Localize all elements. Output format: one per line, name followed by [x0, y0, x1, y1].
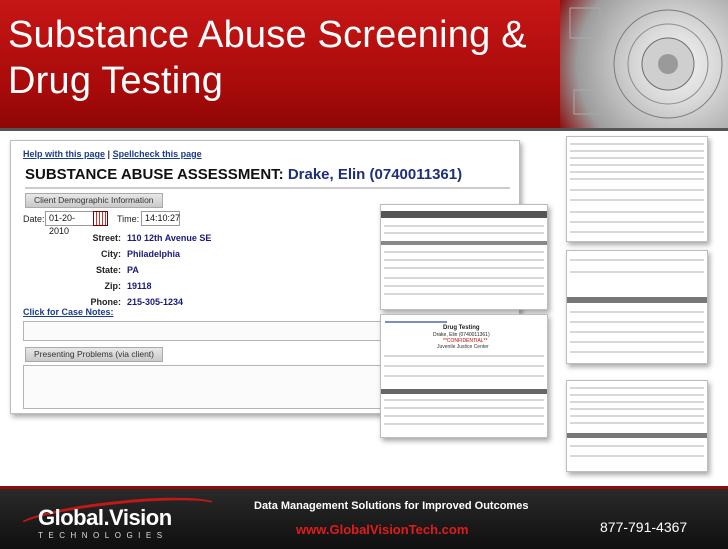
grid-subheader	[567, 297, 707, 303]
drug-testing-title: Drug Testing	[443, 325, 480, 331]
grid-row	[570, 189, 704, 191]
time-field[interactable]: 14:10:27	[141, 211, 180, 226]
help-link[interactable]: Help with this page	[23, 149, 105, 159]
grid-subheader	[381, 241, 547, 245]
form-fields-screenshot	[566, 136, 708, 242]
grid-row	[570, 178, 704, 180]
company-url[interactable]: www.GlobalVisionTech.com	[296, 522, 468, 537]
drug-testing-center: Juvenile Justice Center	[437, 344, 489, 350]
state-label: State:	[95, 265, 121, 275]
grid-row	[384, 285, 544, 287]
grid-row	[570, 415, 704, 417]
grid-row	[570, 157, 704, 159]
title-banner: Substance Abuse Screening & Drug Testing	[0, 0, 728, 128]
grid-row	[570, 221, 704, 223]
grid-row	[570, 259, 704, 261]
city-label: City:	[101, 249, 121, 259]
slide-title-line2: Drug Testing	[8, 60, 224, 102]
assessment-grid-screenshot	[380, 204, 548, 310]
grid-row	[570, 150, 704, 152]
grid-row	[384, 277, 544, 279]
client-name: Drake, Elin (0740011361)	[287, 166, 463, 183]
banner-divider	[0, 128, 728, 131]
grid-row	[570, 231, 704, 233]
grid-row	[570, 455, 704, 457]
logo-name: Global.Vision	[38, 505, 172, 530]
time-label: Time:	[117, 214, 140, 224]
spellcheck-link[interactable]: Spellcheck this page	[113, 149, 202, 159]
grid-row	[384, 415, 544, 417]
company-logo: Global.Vision TECHNOLOGIES	[14, 490, 222, 543]
help-links: Help with this page | Spellcheck this pa…	[23, 149, 202, 159]
drug-testing-screenshot: Drug Testing Drake, Elin (0740011361) **…	[380, 314, 548, 438]
mini-link	[385, 321, 447, 323]
grid-row	[570, 445, 704, 447]
date-label: Date:	[23, 214, 45, 224]
grid-row	[570, 401, 704, 403]
grid-row	[384, 267, 544, 269]
grid-row	[384, 423, 544, 425]
tab-client-demographic[interactable]: Client Demographic Information	[25, 193, 163, 208]
grid-row	[384, 375, 544, 377]
date-field[interactable]: 01-20-2010	[45, 211, 94, 236]
form-title: SUBSTANCE ABUSE ASSESSMENT: Drake, Elin …	[25, 163, 510, 189]
grid-row	[570, 331, 704, 333]
grid-row	[570, 143, 704, 145]
grid-row	[570, 271, 704, 273]
grid-row	[570, 394, 704, 396]
grid-row	[570, 387, 704, 389]
slide-title-line1: Substance Abuse Screening &	[8, 14, 527, 56]
grid-row	[570, 164, 704, 166]
grid-row	[384, 365, 544, 367]
street-value: 110 12th Avenue SE	[127, 233, 212, 243]
grid-row	[384, 232, 544, 234]
grid-header-bar	[381, 211, 547, 218]
disc-graphic-icon	[569, 7, 723, 119]
grid-subheader	[567, 433, 707, 438]
phone-value: 215-305-1234	[127, 297, 184, 307]
footer-tagline: Data Management Solutions for Improved O…	[254, 500, 529, 512]
grid-row	[570, 422, 704, 424]
city-value: Philadelphia	[127, 249, 181, 259]
grid-row	[384, 225, 544, 227]
grid-row	[570, 341, 704, 343]
grid-row	[384, 293, 544, 295]
grid-row	[570, 311, 704, 313]
grid-row	[570, 408, 704, 410]
grid-row	[570, 199, 704, 201]
grid-row	[384, 355, 544, 357]
grid-row	[384, 399, 544, 401]
grid-row	[570, 351, 704, 353]
street-label: Street:	[92, 233, 121, 243]
banner-decorative-art	[560, 0, 728, 128]
zip-label: Zip:	[104, 281, 122, 291]
zip-value: 19118	[127, 281, 152, 291]
grid-row	[384, 251, 544, 253]
grid-row	[384, 259, 544, 261]
slide-title: Substance Abuse Screening & Drug Testing	[8, 12, 578, 104]
questionnaire-screenshot	[566, 250, 708, 364]
tab-presenting-problems[interactable]: Presenting Problems (via client)	[25, 347, 163, 362]
grid-row	[384, 407, 544, 409]
company-phone: 877-791-4367	[600, 519, 688, 535]
link-separator: |	[107, 149, 111, 159]
state-value: PA	[127, 265, 139, 275]
checklist-screenshot	[566, 380, 708, 472]
footer-bar: Global.Vision TECHNOLOGIES Data Manageme…	[0, 486, 728, 549]
grid-subheader	[381, 389, 547, 394]
grid-row	[570, 211, 704, 213]
calendar-icon[interactable]	[93, 211, 108, 226]
grid-row	[570, 321, 704, 323]
grid-row	[570, 171, 704, 173]
form-title-label: SUBSTANCE ABUSE ASSESSMENT:	[25, 166, 284, 183]
case-notes-link[interactable]: Click for Case Notes:	[23, 307, 114, 317]
logo-subtitle: TECHNOLOGIES	[38, 531, 168, 540]
phone-label: Phone:	[90, 297, 122, 307]
